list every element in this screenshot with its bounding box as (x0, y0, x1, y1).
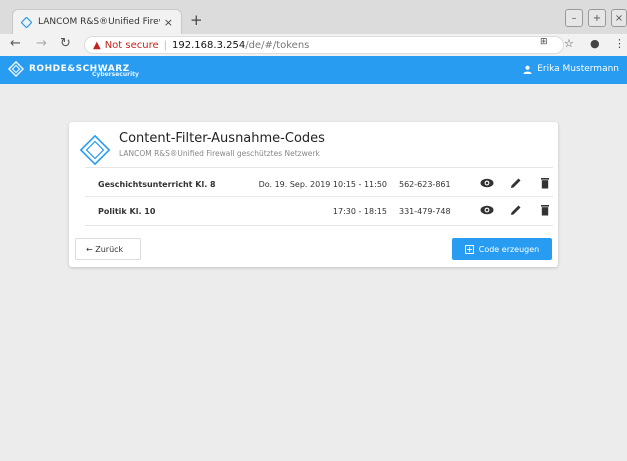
url-host: 192.168.3.254 (172, 39, 246, 51)
generate-code-label: Code erzeugen (478, 244, 540, 254)
user-menu[interactable]: Erika Mustermann (523, 64, 619, 74)
reload-icon[interactable]: ↻ (60, 36, 71, 51)
row-divider (85, 225, 553, 226)
address-separator: | (163, 39, 168, 51)
eye-icon[interactable] (472, 205, 501, 215)
app-header: ROHDE&SCHWARZ Cybersecurity Erika Muster… (0, 56, 627, 84)
address-bar[interactable]: ▲ Not secure | 192.168.3.254 /de/#/token… (84, 36, 564, 54)
trash-icon[interactable] (530, 204, 559, 216)
generate-code-button[interactable]: Code erzeugen (452, 238, 552, 260)
tab-title: LANCOM R&S®Unified Firewall (38, 17, 160, 27)
pencil-icon[interactable] (501, 204, 530, 216)
menu-dots-icon[interactable]: ⋮ (614, 37, 625, 50)
brand-subtitle: Cybersecurity (92, 71, 139, 78)
main-content: Content-Filter-Ausnahme-Codes LANCOM R&S… (0, 84, 627, 461)
page-title: Content-Filter-Ausnahme-Codes (119, 131, 325, 146)
back-arrow-icon[interactable]: ← (10, 36, 21, 51)
code-value: 331-479-748 (399, 207, 451, 216)
card-header (79, 134, 111, 166)
new-tab-icon[interactable]: + (190, 11, 203, 29)
browser-toolbar: ← → ↻ ▲ Not secure | 192.168.3.254 /de/#… (0, 34, 627, 56)
security-label: Not secure (104, 39, 159, 51)
eye-icon[interactable] (472, 178, 501, 188)
back-button[interactable]: ← Zurück (75, 238, 141, 260)
table-row: Geschichtsunterricht Kl. 8 Do. 19. Sep. … (85, 170, 553, 199)
minimize-icon[interactable]: – (565, 9, 583, 27)
bookmark-star-icon[interactable]: ☆ (564, 37, 574, 50)
forward-arrow-icon[interactable]: → (36, 36, 47, 51)
close-window-icon[interactable]: × (611, 9, 627, 27)
code-time: 17:30 - 18:15 (332, 207, 387, 216)
warning-icon: ▲ (93, 39, 101, 51)
rs-logo-icon (8, 61, 24, 77)
trash-icon[interactable] (530, 177, 559, 189)
tab-close-icon[interactable]: × (164, 16, 173, 29)
pencil-icon[interactable] (501, 177, 530, 189)
code-time: Do. 19. Sep. 2019 10:15 - 11:50 (258, 180, 387, 189)
code-name: Geschichtsunterricht Kl. 8 (98, 180, 216, 189)
browser-tab[interactable]: LANCOM R&S®Unified Firewall × (12, 9, 182, 34)
plus-box-icon (464, 244, 474, 254)
page-subtitle: LANCOM R&S®Unified Firewall geschütztes … (119, 149, 320, 158)
lancom-favicon-icon (21, 16, 32, 28)
browser-tabstrip: LANCOM R&S®Unified Firewall × + – + × (0, 0, 627, 34)
url-path: /de/#/tokens (245, 39, 310, 51)
profile-icon[interactable]: ● (590, 37, 600, 50)
rs-card-logo-icon (79, 134, 111, 166)
code-value: 562-623-861 (399, 180, 451, 189)
user-icon (523, 65, 532, 74)
codes-card: Content-Filter-Ausnahme-Codes LANCOM R&S… (69, 122, 558, 267)
code-name: Politik Kl. 10 (98, 207, 156, 216)
maximize-icon[interactable]: + (588, 9, 606, 27)
row-divider (85, 167, 553, 168)
translate-icon[interactable]: ⊞ (540, 37, 548, 47)
user-name: Erika Mustermann (537, 64, 619, 74)
table-row: Politik Kl. 10 17:30 - 18:15 331-479-748 (85, 197, 553, 226)
